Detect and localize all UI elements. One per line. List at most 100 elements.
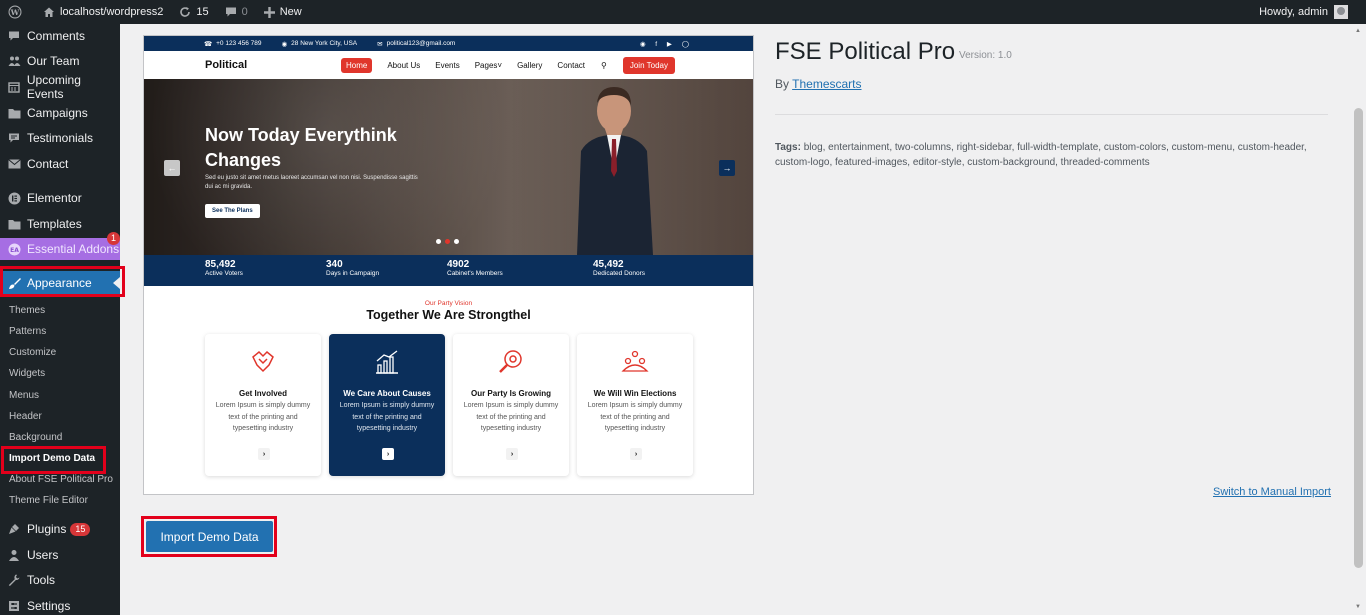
sidebar-item-users[interactable]: Users	[0, 547, 120, 563]
preview-card: Our Party Is Growing Lorem Ipsum is simp…	[453, 334, 569, 476]
chevron-right-icon: ›	[506, 448, 518, 460]
arrow-right-icon: →	[719, 160, 735, 176]
sidebar-item-essential-addons[interactable]: EA Essential Addons	[0, 238, 120, 260]
scroll-down-arrow-icon[interactable]: ▼	[1355, 604, 1361, 610]
comments-count: 0	[241, 6, 248, 18]
preview-card: Get Involved Lorem Ipsum is simply dummy…	[205, 334, 321, 476]
preview-nav-contact: Contact	[557, 60, 585, 70]
wp-logo-menu[interactable]: W	[0, 0, 35, 24]
sidebar-item-settings[interactable]: Settings	[0, 598, 120, 614]
theme-version: Version: 1.0	[959, 50, 1012, 61]
sidebar-item-label: Upcoming Events	[26, 73, 81, 101]
preview-hero: Now Today Everythink Changes Sed eu just…	[144, 79, 753, 255]
comments-link[interactable]: 0	[217, 0, 256, 24]
preview-card: We Care About Causes Lorem Ipsum is simp…	[329, 334, 445, 476]
sidebar-item-label: Campaigns	[27, 106, 88, 120]
preview-nav-pages: Pages˅	[474, 60, 503, 70]
hero-title: Now Today Everythink Changes	[205, 125, 397, 170]
preview-cards: Get Involved Lorem Ipsum is simply dummy…	[205, 334, 693, 476]
avatar	[1334, 5, 1348, 19]
theme-tags: Tags: blog, entertainment, two-columns, …	[775, 142, 1307, 168]
sidebar-item-templates[interactable]: Templates	[0, 216, 120, 232]
admin-sidebar: Comments Our Team Upcoming Events Campai…	[0, 24, 121, 615]
sidebar-item-label: Plugins	[27, 522, 67, 536]
sidebar-item-plugins[interactable]: Plugins 15	[0, 521, 120, 537]
social-icons: ◉ f ▶ ◯	[639, 40, 693, 48]
author-link[interactable]: Themescarts	[792, 77, 861, 91]
preview-logo: Political	[205, 59, 248, 71]
sidebar-item-contact[interactable]: Contact	[0, 156, 120, 172]
scroll-up-arrow-icon[interactable]: ▲	[1355, 28, 1361, 34]
stat-item: 340 Days in Campaign	[326, 259, 380, 277]
submenu-menus[interactable]: Menus	[9, 390, 39, 401]
sidebar-item-label: Contact	[27, 157, 69, 171]
sidebar-item-comments[interactable]: Comments	[0, 28, 120, 44]
submenu-themes[interactable]: Themes	[9, 305, 45, 316]
preview-phone: +0 123 456 789	[216, 40, 262, 47]
sidebar-item-elementor[interactable]: Elementor	[0, 190, 120, 206]
notification-badge: 1	[107, 232, 121, 245]
preview-stats: 85,492 Active Voters 340 Days in Campaign …	[144, 255, 753, 286]
sidebar-item-campaigns[interactable]: Campaigns	[0, 105, 120, 121]
elementor-icon	[7, 191, 21, 205]
sidebar-item-our-team[interactable]: Our Team	[0, 53, 120, 69]
user-icon	[7, 548, 21, 562]
my-account-link[interactable]: Howdy, admin	[1259, 5, 1366, 19]
magnifier-icon	[453, 349, 569, 375]
submenu-widgets[interactable]: Widgets	[9, 368, 45, 379]
preview-topbar: ☎ +0 123 456 789 ◉ 28 New York City, USA…	[144, 36, 753, 51]
new-content-link[interactable]: New	[256, 0, 310, 24]
hero-person-image	[577, 87, 653, 255]
admin-bar: W localhost/wordpress2 15 0 New Howdy, a…	[0, 0, 1366, 24]
stat-item: 85,492 Active Voters	[205, 259, 243, 277]
vision-subtitle: Our Party Vision	[424, 300, 473, 307]
new-label: New	[279, 6, 302, 18]
comment-icon	[7, 29, 21, 43]
preview-nav: Political Home About Us Events Pages˅ Ga…	[144, 51, 753, 79]
sidebar-item-label: Comments	[27, 29, 86, 43]
sidebar-item-label: Testimonials	[27, 131, 94, 145]
chevron-right-icon: ›	[258, 448, 270, 460]
scrollbar-thumb[interactable]	[1354, 108, 1363, 568]
submenu-customize[interactable]: Customize	[9, 347, 56, 358]
svg-text:W: W	[10, 8, 20, 17]
home-icon	[44, 7, 54, 17]
plug-icon	[7, 522, 21, 536]
sidebar-item-upcoming-events[interactable]: Upcoming Events	[0, 73, 120, 101]
plugins-badge: 15	[70, 522, 91, 536]
submenu-header[interactable]: Header	[9, 411, 42, 422]
import-demo-data-button[interactable]: Import Demo Data	[146, 521, 273, 552]
wordpress-icon: W	[8, 5, 22, 19]
sidebar-item-label: Tools	[27, 573, 56, 587]
ea-icon: EA	[7, 242, 21, 256]
stat-item: 4902 Cabinet's Members	[447, 259, 503, 277]
vision-title: Together We Are Strongthel	[366, 308, 531, 322]
submenu-background[interactable]: Background	[9, 432, 62, 443]
submenu-about-theme[interactable]: About FSE Political Pro	[9, 474, 113, 485]
theme-author: By Themescarts	[775, 77, 862, 91]
submenu-theme-file-editor[interactable]: Theme File Editor	[9, 495, 88, 506]
greeting: Howdy, admin	[1259, 6, 1328, 18]
preview-join-button: Join Today	[622, 56, 675, 74]
divider	[775, 114, 1328, 115]
sidebar-item-label: Templates	[27, 217, 82, 231]
site-name-link[interactable]: localhost/wordpress2	[35, 0, 171, 24]
wrench-icon	[7, 573, 21, 587]
chevron-right-icon: ›	[382, 448, 394, 460]
preview-email: political123@gmail.com	[386, 40, 456, 47]
sidebar-item-testimonials[interactable]: Testimonials	[0, 130, 120, 146]
handshake-icon	[205, 349, 321, 375]
highlight-appearance	[0, 266, 125, 297]
preview-nav-home: Home	[341, 57, 373, 73]
sidebar-item-label: Elementor	[27, 191, 82, 205]
updates-link[interactable]: 15	[171, 0, 216, 24]
sidebar-item-tools[interactable]: Tools	[0, 572, 120, 588]
preview-address: 28 New York City, USA	[291, 40, 358, 47]
plus-icon	[263, 6, 275, 18]
preview-nav-about: About Us	[387, 60, 421, 70]
chat-icon: ◉	[281, 40, 288, 48]
chart-icon	[329, 349, 445, 375]
submenu-patterns[interactable]: Patterns	[9, 326, 46, 337]
switch-to-manual-import-link[interactable]: Switch to Manual Import	[1213, 486, 1331, 498]
preview-nav-events: Events	[435, 60, 460, 70]
